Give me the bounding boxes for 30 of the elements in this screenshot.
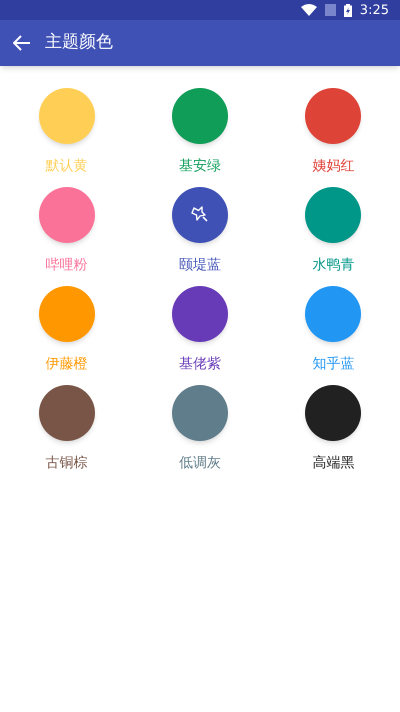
color-swatch[interactable] <box>38 187 95 243</box>
battery-charging-icon <box>344 4 352 16</box>
toolbar-title: 主题颜色 <box>45 31 113 54</box>
no-signal-icon <box>324 4 336 16</box>
color-swatch[interactable] <box>305 286 362 342</box>
color-swatch[interactable] <box>172 385 228 441</box>
color-label: 姨妈红 <box>312 157 354 176</box>
color-label: 基佬紫 <box>178 355 221 374</box>
color-label: 颐堤蓝 <box>178 256 221 275</box>
color-label: 伊藤橙 <box>46 355 88 374</box>
color-swatch[interactable] <box>172 286 228 342</box>
color-swatch[interactable] <box>305 88 362 144</box>
color-label: 哔哩粉 <box>46 256 88 275</box>
color-label: 低调灰 <box>178 454 221 473</box>
color-label: 高端黑 <box>312 454 354 473</box>
color-label: 水鸭青 <box>312 256 354 275</box>
color-swatch[interactable] <box>38 88 95 144</box>
color-swatch[interactable] <box>38 385 95 441</box>
back-arrow-icon <box>13 35 31 51</box>
color-label: 基安绿 <box>178 157 221 176</box>
color-label: 古铜棕 <box>46 454 88 473</box>
color-swatch[interactable] <box>38 286 95 342</box>
color-label: 知乎蓝 <box>312 355 354 374</box>
color-label: 默认黄 <box>46 157 88 176</box>
color-swatch[interactable] <box>172 88 228 144</box>
color-swatch[interactable] <box>172 187 228 243</box>
color-swatch[interactable] <box>305 187 362 243</box>
color-swatch[interactable] <box>305 385 362 441</box>
wifi-icon <box>300 4 317 16</box>
status-time: 3:25 <box>360 4 389 16</box>
